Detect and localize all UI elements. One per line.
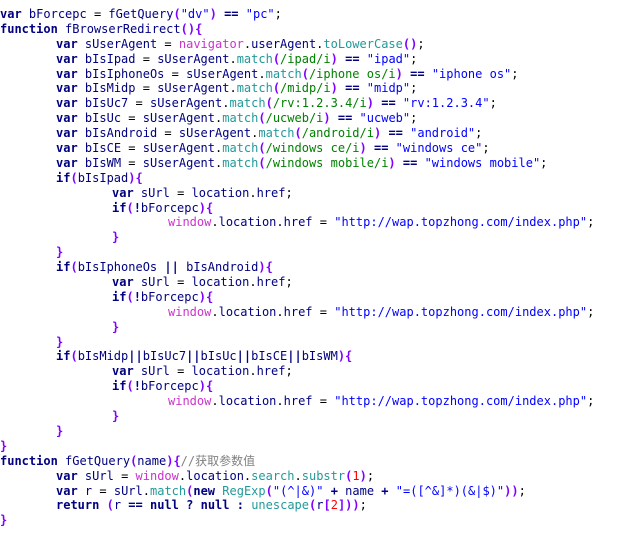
code-line: var sUrl = window.location.search.substr… bbox=[56, 468, 375, 483]
code-listing[interactable]: var bForcepc = fGetQuery("dv") == "pc"; f… bbox=[0, 7, 634, 528]
code-line: var bIsAndroid = sUserAgent.match(/andro… bbox=[56, 126, 483, 141]
code-line: var sUrl = location.href; bbox=[112, 185, 293, 200]
code-line: var bIsCE = sUserAgent.match(/windows ce… bbox=[56, 141, 490, 156]
code-line: if(bIsIpad){ bbox=[56, 170, 143, 185]
code-line: } bbox=[56, 245, 64, 260]
code-line: } bbox=[112, 319, 120, 334]
code-line: var bIsWM = sUserAgent.match(/windows mo… bbox=[56, 155, 548, 170]
code-line: if(bIsMidp||bIsUc7||bIsUc||bIsCE||bIsWM)… bbox=[56, 349, 353, 364]
code-line: if(!bForcepc){ bbox=[112, 289, 214, 304]
code-line: var sUrl = location.href; bbox=[112, 275, 293, 290]
code-line: var r = sUrl.match(new RegExp("(^|&)" + … bbox=[56, 483, 526, 498]
code-line: var bIsUc = sUserAgent.match(/ucweb/i) =… bbox=[56, 111, 418, 126]
code-line: function fBrowserRedirect(){ bbox=[0, 21, 203, 36]
code-line: var bIsIphoneOs = sUserAgent.match(/ipho… bbox=[56, 66, 519, 81]
code-line: } bbox=[56, 423, 64, 438]
code-line: window.location.href = "http://wap.topzh… bbox=[168, 394, 595, 409]
code-line: var sUserAgent = navigator.userAgent.toL… bbox=[56, 36, 425, 51]
code-line: var bIsIpad = sUserAgent.match(/ipad/i) … bbox=[56, 51, 418, 66]
code-line: if(bIsIphoneOs || bIsAndroid){ bbox=[56, 260, 273, 275]
code-line: window.location.href = "http://wap.topzh… bbox=[168, 304, 595, 319]
code-line: var bForcepc = fGetQuery("dv") == "pc"; bbox=[0, 7, 282, 21]
code-line: if(!bForcepc){ bbox=[112, 200, 214, 215]
code-line: window.location.href = "http://wap.topzh… bbox=[168, 215, 595, 230]
code-line: var bIsUc7 = sUserAgent.match(/rv:1.2.3.… bbox=[56, 96, 497, 111]
code-line: } bbox=[112, 409, 120, 424]
code-line: } bbox=[0, 438, 8, 453]
code-line: var sUrl = location.href; bbox=[112, 364, 293, 379]
code-line: } bbox=[112, 230, 120, 245]
code-line: return (r == null ? null : unescape(r[2]… bbox=[56, 498, 367, 513]
code-line: } bbox=[56, 334, 64, 349]
code-line: } bbox=[0, 513, 8, 528]
code-line: if(!bForcepc){ bbox=[112, 379, 214, 394]
code-line: function fGetQuery(name){//获取参数值 bbox=[0, 453, 256, 468]
code-line: var bIsMidp = sUserAgent.match(/midp/i) … bbox=[56, 81, 418, 96]
